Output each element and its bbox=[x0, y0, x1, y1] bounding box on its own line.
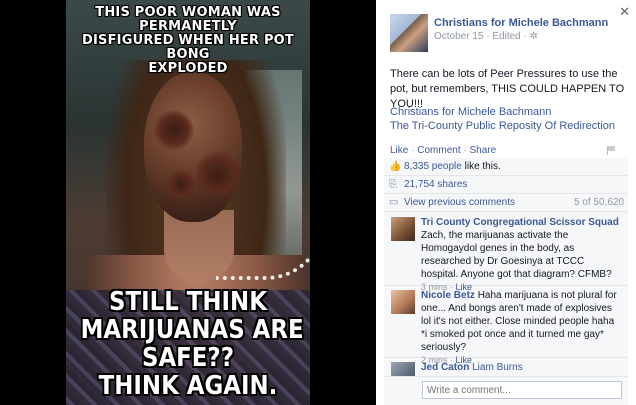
commenter-name[interactable]: Jed Caton bbox=[421, 362, 469, 373]
page-name-link[interactable]: Christians for Michele Bachmann bbox=[434, 17, 608, 29]
burn-mark bbox=[154, 110, 194, 150]
comment-action[interactable]: Comment bbox=[417, 145, 460, 156]
comment-input[interactable] bbox=[422, 381, 622, 399]
close-icon[interactable]: ✕ bbox=[619, 4, 630, 20]
meme-bottom-caption: STILL THINK MARIJUANAS ARE SAFE?? THINK … bbox=[80, 287, 304, 401]
pearl-necklace bbox=[216, 190, 310, 280]
commenter-avatar[interactable] bbox=[391, 217, 415, 241]
shares-row: ⎘ 21,754 shares bbox=[384, 176, 628, 194]
commenter-avatar[interactable] bbox=[391, 290, 415, 314]
page-avatar[interactable] bbox=[390, 14, 428, 52]
meme-bottom-line: STILL THINK bbox=[109, 287, 267, 317]
comment-body: Jed Caton Liam Burns bbox=[421, 361, 621, 374]
comment-item: Jed Caton Liam Burns bbox=[384, 358, 628, 378]
previous-comments-row: ▭ View previous comments 5 of 50,620 bbox=[384, 194, 628, 212]
commenter-name[interactable]: Nicole Betz bbox=[421, 290, 475, 301]
edited-label[interactable]: Edited bbox=[492, 31, 520, 42]
comment-count: 5 of 50,620 bbox=[573, 197, 624, 208]
meme-bottom-line: SAFE?? bbox=[141, 343, 234, 373]
comment-body: Tri County Congregational Scissor Squad … bbox=[421, 216, 621, 294]
share-action[interactable]: Share bbox=[470, 145, 497, 156]
meme-top-line: THIS POOR WOMAN WAS PERMANETLY bbox=[95, 5, 281, 34]
post-date[interactable]: October 15 bbox=[434, 31, 483, 42]
comment-bubble-icon: ▭ bbox=[389, 197, 399, 208]
shares-link[interactable]: 21,754 shares bbox=[404, 179, 467, 190]
meme-top-line: DISFIGURED WHEN HER POT BONG bbox=[82, 33, 294, 62]
post-sidebar: ✕ Christians for Michele Bachmann Octobe… bbox=[376, 0, 636, 405]
meme-photo[interactable]: THIS POOR WOMAN WAS PERMANETLY DISFIGURE… bbox=[66, 0, 310, 405]
post-link-repository[interactable]: The Tri-County Public Reposity Of Redire… bbox=[390, 119, 626, 133]
likes-suffix: like this. bbox=[464, 161, 501, 172]
meme-top-caption: THIS POOR WOMAN WAS PERMANETLY DISFIGURE… bbox=[66, 6, 310, 76]
privacy-icon[interactable]: ✲ bbox=[530, 31, 538, 42]
meme-bottom-line: THINK AGAIN. bbox=[98, 371, 278, 401]
meme-bottom-line: MARIJUANAS ARE bbox=[80, 315, 304, 345]
likes-count-link[interactable]: 8,335 people bbox=[404, 161, 462, 172]
flag-icon[interactable] bbox=[607, 146, 616, 155]
share-icon: ⎘ bbox=[389, 179, 397, 190]
post-link-page[interactable]: Christians for Michele Bachmann bbox=[390, 105, 626, 119]
meme-top-line: EXPLODED bbox=[148, 61, 228, 76]
post-actions: Like · Comment · Share bbox=[390, 145, 496, 156]
comment-text: Zach, the marijuanas activate the Homoga… bbox=[421, 230, 612, 280]
thumbs-up-icon: 👍 bbox=[389, 161, 402, 172]
comment-item: Tri County Congregational Scissor Squad … bbox=[384, 213, 628, 292]
comment-body: Nicole Betz Haha marijuana is not plural… bbox=[421, 289, 621, 367]
comment-item: Nicole Betz Haha marijuana is not plural… bbox=[384, 286, 628, 365]
likes-row: 👍 8,335 people like this. bbox=[384, 158, 628, 176]
comment-tagged-user[interactable]: Liam Burns bbox=[472, 362, 523, 373]
write-comment-box bbox=[384, 376, 628, 402]
commenter-name[interactable]: Tri County Congregational Scissor Squad bbox=[421, 216, 621, 229]
feedback-box: 👍 8,335 people like this. ⎘ 21,754 share… bbox=[384, 158, 628, 405]
burn-mark bbox=[166, 170, 196, 200]
view-previous-comments-link[interactable]: View previous comments bbox=[404, 197, 515, 208]
photo-viewer: THIS POOR WOMAN WAS PERMANETLY DISFIGURE… bbox=[0, 0, 376, 405]
like-action[interactable]: Like bbox=[390, 145, 408, 156]
post-meta: October 15 · Edited · ✲ bbox=[434, 31, 538, 42]
